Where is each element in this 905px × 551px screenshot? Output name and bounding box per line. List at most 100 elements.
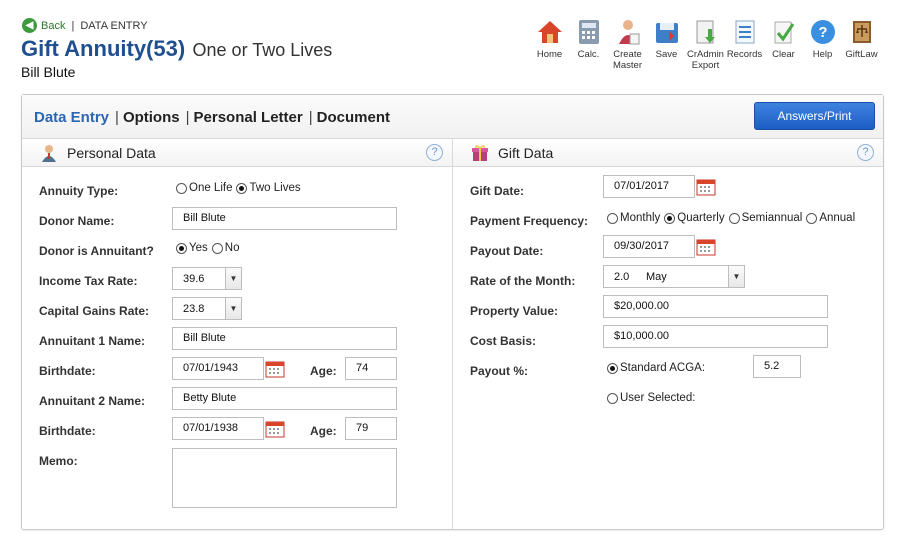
records-label: Records (726, 49, 763, 60)
tab-data-entry[interactable]: Data Entry (34, 109, 109, 126)
clear-icon (770, 18, 798, 46)
tab-personal-letter[interactable]: Personal Letter (194, 109, 303, 126)
annuitant2-label: Annuitant 2 Name: (39, 394, 146, 408)
radio-icon (176, 182, 187, 194)
tabs: Data Entry | Options | Personal Letter |… (34, 109, 390, 126)
annuity-option-one-life[interactable]: One Life (176, 182, 232, 194)
export-button[interactable]: CrAdmin Export (686, 18, 725, 71)
save-button[interactable]: Save (647, 18, 686, 71)
tab-separator: | (115, 109, 119, 126)
breadcrumb-current: DATA ENTRY (80, 19, 148, 32)
cost-basis-label: Cost Basis: (470, 334, 537, 348)
toolbar: Home Calc. Create Master Save CrAdmin Ex… (530, 18, 881, 71)
income-tax-row: Income Tax Rate: 39.6 ▼ (22, 267, 452, 292)
memo-label: Memo: (39, 454, 78, 468)
annuity-option-two-lives[interactable]: Two Lives (236, 182, 301, 194)
payout-date-input[interactable]: 09/30/2017 (603, 235, 695, 258)
calendar-icon[interactable] (265, 360, 285, 378)
answers-print-button[interactable]: Answers/Print (754, 102, 875, 130)
payout-standard-option[interactable]: Standard ACGA: (607, 362, 705, 374)
create-master-button[interactable]: Create Master (608, 18, 647, 71)
payout-date-row: Payout Date: 09/30/2017 (453, 235, 883, 262)
back-arrow-icon: ◀ (22, 18, 37, 33)
calendar-icon[interactable] (696, 178, 716, 196)
standard-acga-input[interactable]: 5.2 (753, 355, 801, 378)
rate-month-row: Rate of the Month: 2.0 May ▼ (453, 265, 883, 292)
export-icon (692, 18, 720, 46)
annuitant1-label: Annuitant 1 Name: (39, 334, 146, 348)
calendar-icon[interactable] (265, 420, 285, 438)
annuitant1-input[interactable]: Bill Blute (172, 327, 397, 350)
capital-gains-select[interactable]: 23.8 ▼ (172, 297, 242, 320)
frequency-annual[interactable]: Annual (806, 212, 855, 224)
frequency-monthly[interactable]: Monthly (607, 212, 660, 224)
create-master-label: Create Master (612, 49, 643, 71)
rate-month: May (646, 271, 667, 283)
age2-input[interactable]: 79 (345, 417, 397, 440)
birthdate1-label: Birthdate: (39, 364, 96, 378)
gift-date-row: Gift Date: 07/01/2017 (453, 175, 883, 202)
personal-help-icon[interactable]: ? (426, 144, 443, 161)
gift-date-input[interactable]: 07/01/2017 (603, 175, 695, 198)
tab-separator: | (185, 109, 190, 126)
help-button[interactable]: ? Help (803, 18, 842, 71)
donor-annuitant-yes[interactable]: Yes (176, 242, 208, 254)
gift-data-title: Gift Data (498, 144, 554, 161)
frequency-quarterly[interactable]: Quarterly (664, 212, 725, 224)
donor-annuitant-no[interactable]: No (211, 242, 239, 254)
income-tax-select[interactable]: 39.6 ▼ (172, 267, 242, 290)
calendar-icon[interactable] (696, 238, 716, 256)
page-title-main: Gift Annuity(53) (21, 36, 186, 61)
income-tax-label: Income Tax Rate: (39, 274, 138, 288)
help-icon: ? (809, 18, 837, 46)
capital-gains-row: Capital Gains Rate: 23.8 ▼ (22, 297, 452, 322)
radio-selected-icon (607, 362, 618, 374)
giftlaw-icon (848, 18, 876, 46)
gift-help-icon[interactable]: ? (857, 144, 874, 161)
user-selected-row: User Selected: (453, 388, 883, 412)
calc-button[interactable]: Calc. (569, 18, 608, 71)
payment-frequency-radio-group: Monthly Quarterly Semiannual Annual (607, 212, 859, 224)
payout-user-selected-option[interactable]: User Selected: (607, 392, 695, 404)
memo-textarea[interactable] (172, 448, 397, 508)
giftlaw-label: GiftLaw (845, 49, 878, 60)
cost-basis-row: Cost Basis: $10,000.00 (453, 325, 883, 352)
user-selected-label: User Selected: (620, 392, 696, 404)
home-icon (536, 18, 564, 46)
cost-basis-input[interactable]: $10,000.00 (603, 325, 828, 348)
create-master-icon (614, 18, 642, 46)
donor-name-input[interactable]: Bill Blute (172, 207, 397, 230)
birthdate2-input[interactable]: 07/01/1938 (172, 417, 264, 440)
tab-document[interactable]: Document (317, 109, 390, 126)
back-button[interactable]: ◀ Back (22, 18, 65, 33)
annuity-type-radio-group: One Life Two Lives (176, 182, 305, 194)
capital-gains-label: Capital Gains Rate: (39, 304, 150, 318)
records-button[interactable]: Records (725, 18, 764, 71)
rate-month-select[interactable]: 2.0 May ▼ (603, 265, 745, 288)
age1-input[interactable]: 74 (345, 357, 397, 380)
breadcrumb-separator: | (71, 19, 75, 32)
chevron-down-icon: ▼ (728, 266, 744, 287)
clear-button[interactable]: Clear (764, 18, 803, 71)
income-tax-value: 39.6 (183, 273, 205, 285)
donor-name-row: Donor Name: Bill Blute (22, 207, 452, 232)
capital-gains-value: 23.8 (183, 303, 205, 315)
chevron-down-icon: ▼ (225, 298, 241, 319)
standard-acga-label: Standard ACGA: (620, 362, 706, 374)
frequency-semiannual[interactable]: Semiannual (728, 212, 802, 224)
annuity-type-row: Annuity Type: One Life Two Lives (22, 178, 452, 202)
radio-icon (211, 242, 223, 254)
birthdate1-input[interactable]: 07/01/1943 (172, 357, 264, 380)
giftlaw-button[interactable]: GiftLaw (842, 18, 881, 71)
tab-options[interactable]: Options (123, 109, 180, 126)
gift-date-label: Gift Date: (470, 184, 524, 198)
clear-label: Clear (772, 49, 795, 60)
property-value-input[interactable]: $20,000.00 (603, 295, 828, 318)
radio-selected-icon (664, 212, 676, 224)
annuitant2-input[interactable]: Betty Blute (172, 387, 397, 410)
birthdate2-label: Birthdate: (39, 424, 96, 438)
chevron-down-icon: ▼ (225, 268, 241, 289)
rate-value: 2.0 (614, 271, 630, 283)
donor-annuitant-label: Donor is Annuitant? (39, 244, 154, 258)
home-button[interactable]: Home (530, 18, 569, 71)
